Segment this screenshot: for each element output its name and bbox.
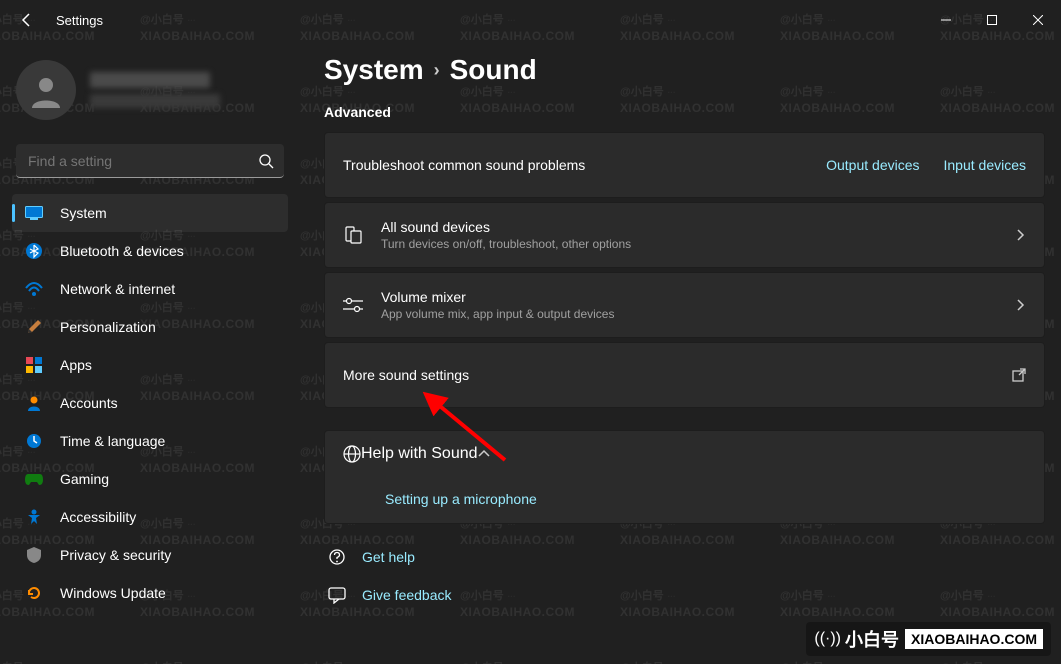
help-with-sound-row[interactable]: Help with Sound: [325, 431, 1044, 477]
troubleshoot-row: Troubleshoot common sound problems Outpu…: [325, 133, 1044, 197]
external-link-icon: [1012, 368, 1026, 382]
nav-network[interactable]: Network & internet: [12, 270, 288, 308]
titlebar: Settings: [0, 0, 1061, 40]
watermark-cn: 小白号: [845, 626, 899, 652]
setup-microphone-link[interactable]: Setting up a microphone: [385, 491, 537, 507]
nav-label: System: [60, 205, 107, 221]
more-sound-title: More sound settings: [343, 367, 1012, 383]
nav-time-language[interactable]: Time & language: [12, 422, 288, 460]
nav-privacy[interactable]: Privacy & security: [12, 536, 288, 574]
window-title: Settings: [56, 13, 103, 28]
search-icon: [258, 153, 274, 169]
chevron-right-icon: [1014, 229, 1026, 241]
network-icon: [24, 279, 44, 299]
give-feedback-link[interactable]: Give feedback: [324, 576, 1045, 614]
all-devices-title: All sound devices: [381, 219, 1014, 235]
breadcrumb-parent[interactable]: System: [324, 54, 424, 86]
personalization-icon: [24, 317, 44, 337]
nav-label: Bluetooth & devices: [60, 243, 184, 259]
nav-label: Gaming: [60, 471, 109, 487]
nav-windows-update[interactable]: Windows Update: [12, 574, 288, 612]
gaming-icon: [24, 469, 44, 489]
troubleshoot-title: Troubleshoot common sound problems: [343, 157, 826, 173]
breadcrumb-current: Sound: [450, 54, 537, 86]
search-input[interactable]: [16, 144, 284, 178]
user-email-redacted: [90, 94, 220, 108]
nav-accounts[interactable]: Accounts: [12, 384, 288, 422]
apps-icon: [24, 355, 44, 375]
volume-mixer-row[interactable]: Volume mixer App volume mix, app input &…: [325, 273, 1044, 337]
more-sound-settings-row[interactable]: More sound settings: [325, 343, 1044, 407]
privacy-icon: [24, 545, 44, 565]
accounts-icon: [24, 393, 44, 413]
wifi-icon: ((·)): [814, 630, 841, 648]
nav-label: Accounts: [60, 395, 118, 411]
nav-apps[interactable]: Apps: [12, 346, 288, 384]
watermark-url: XIAOBAIHAO.COM: [905, 629, 1043, 649]
feedback-icon: [326, 584, 348, 606]
mixer-sub: App volume mix, app input & output devic…: [381, 307, 1014, 321]
mixer-icon: [343, 295, 363, 315]
nav-label: Time & language: [60, 433, 165, 449]
devices-icon: [343, 225, 363, 245]
bluetooth-icon: [24, 241, 44, 261]
user-name-redacted: [90, 72, 210, 88]
all-devices-sub: Turn devices on/off, troubleshoot, other…: [381, 237, 1014, 251]
help-icon: [326, 546, 348, 568]
nav: System Bluetooth & devices Network & int…: [4, 194, 296, 654]
update-icon: [24, 583, 44, 603]
nav-label: Personalization: [60, 319, 156, 335]
nav-accessibility[interactable]: Accessibility: [12, 498, 288, 536]
give-feedback-label: Give feedback: [362, 587, 452, 603]
nav-personalization[interactable]: Personalization: [12, 308, 288, 346]
maximize-button[interactable]: [969, 4, 1015, 36]
output-devices-link[interactable]: Output devices: [826, 157, 919, 173]
mixer-title: Volume mixer: [381, 289, 1014, 305]
get-help-label: Get help: [362, 549, 415, 565]
all-sound-devices-row[interactable]: All sound devices Turn devices on/off, t…: [325, 203, 1044, 267]
nav-label: Apps: [60, 357, 92, 373]
nav-label: Network & internet: [60, 281, 175, 297]
nav-label: Privacy & security: [60, 547, 171, 563]
nav-system[interactable]: System: [12, 194, 288, 232]
chevron-right-icon: [1014, 299, 1026, 311]
accessibility-icon: [24, 507, 44, 527]
nav-label: Windows Update: [60, 585, 166, 601]
section-advanced: Advanced: [324, 104, 1045, 120]
time-language-icon: [24, 431, 44, 451]
close-button[interactable]: [1015, 4, 1061, 36]
chevron-up-icon: [478, 448, 490, 460]
search-box[interactable]: [16, 144, 284, 178]
breadcrumb: System › Sound: [324, 54, 1045, 86]
system-icon: [24, 203, 44, 223]
user-block[interactable]: [4, 50, 296, 140]
main-content: System › Sound Advanced Troubleshoot com…: [300, 40, 1061, 664]
nav-gaming[interactable]: Gaming: [12, 460, 288, 498]
get-help-link[interactable]: Get help: [324, 538, 1045, 576]
setup-microphone-row[interactable]: Setting up a microphone: [325, 477, 1044, 523]
back-button[interactable]: [12, 5, 42, 35]
nav-label: Accessibility: [60, 509, 136, 525]
avatar: [16, 60, 76, 120]
chevron-right-icon: ›: [434, 60, 440, 81]
minimize-button[interactable]: [923, 4, 969, 36]
watermark-brand: ((·)) 小白号 XIAOBAIHAO.COM: [806, 622, 1051, 656]
input-devices-link[interactable]: Input devices: [944, 157, 1027, 173]
nav-bluetooth[interactable]: Bluetooth & devices: [12, 232, 288, 270]
help-title: Help with Sound: [361, 445, 478, 463]
sidebar: System Bluetooth & devices Network & int…: [0, 40, 300, 664]
globe-icon: [343, 445, 361, 463]
